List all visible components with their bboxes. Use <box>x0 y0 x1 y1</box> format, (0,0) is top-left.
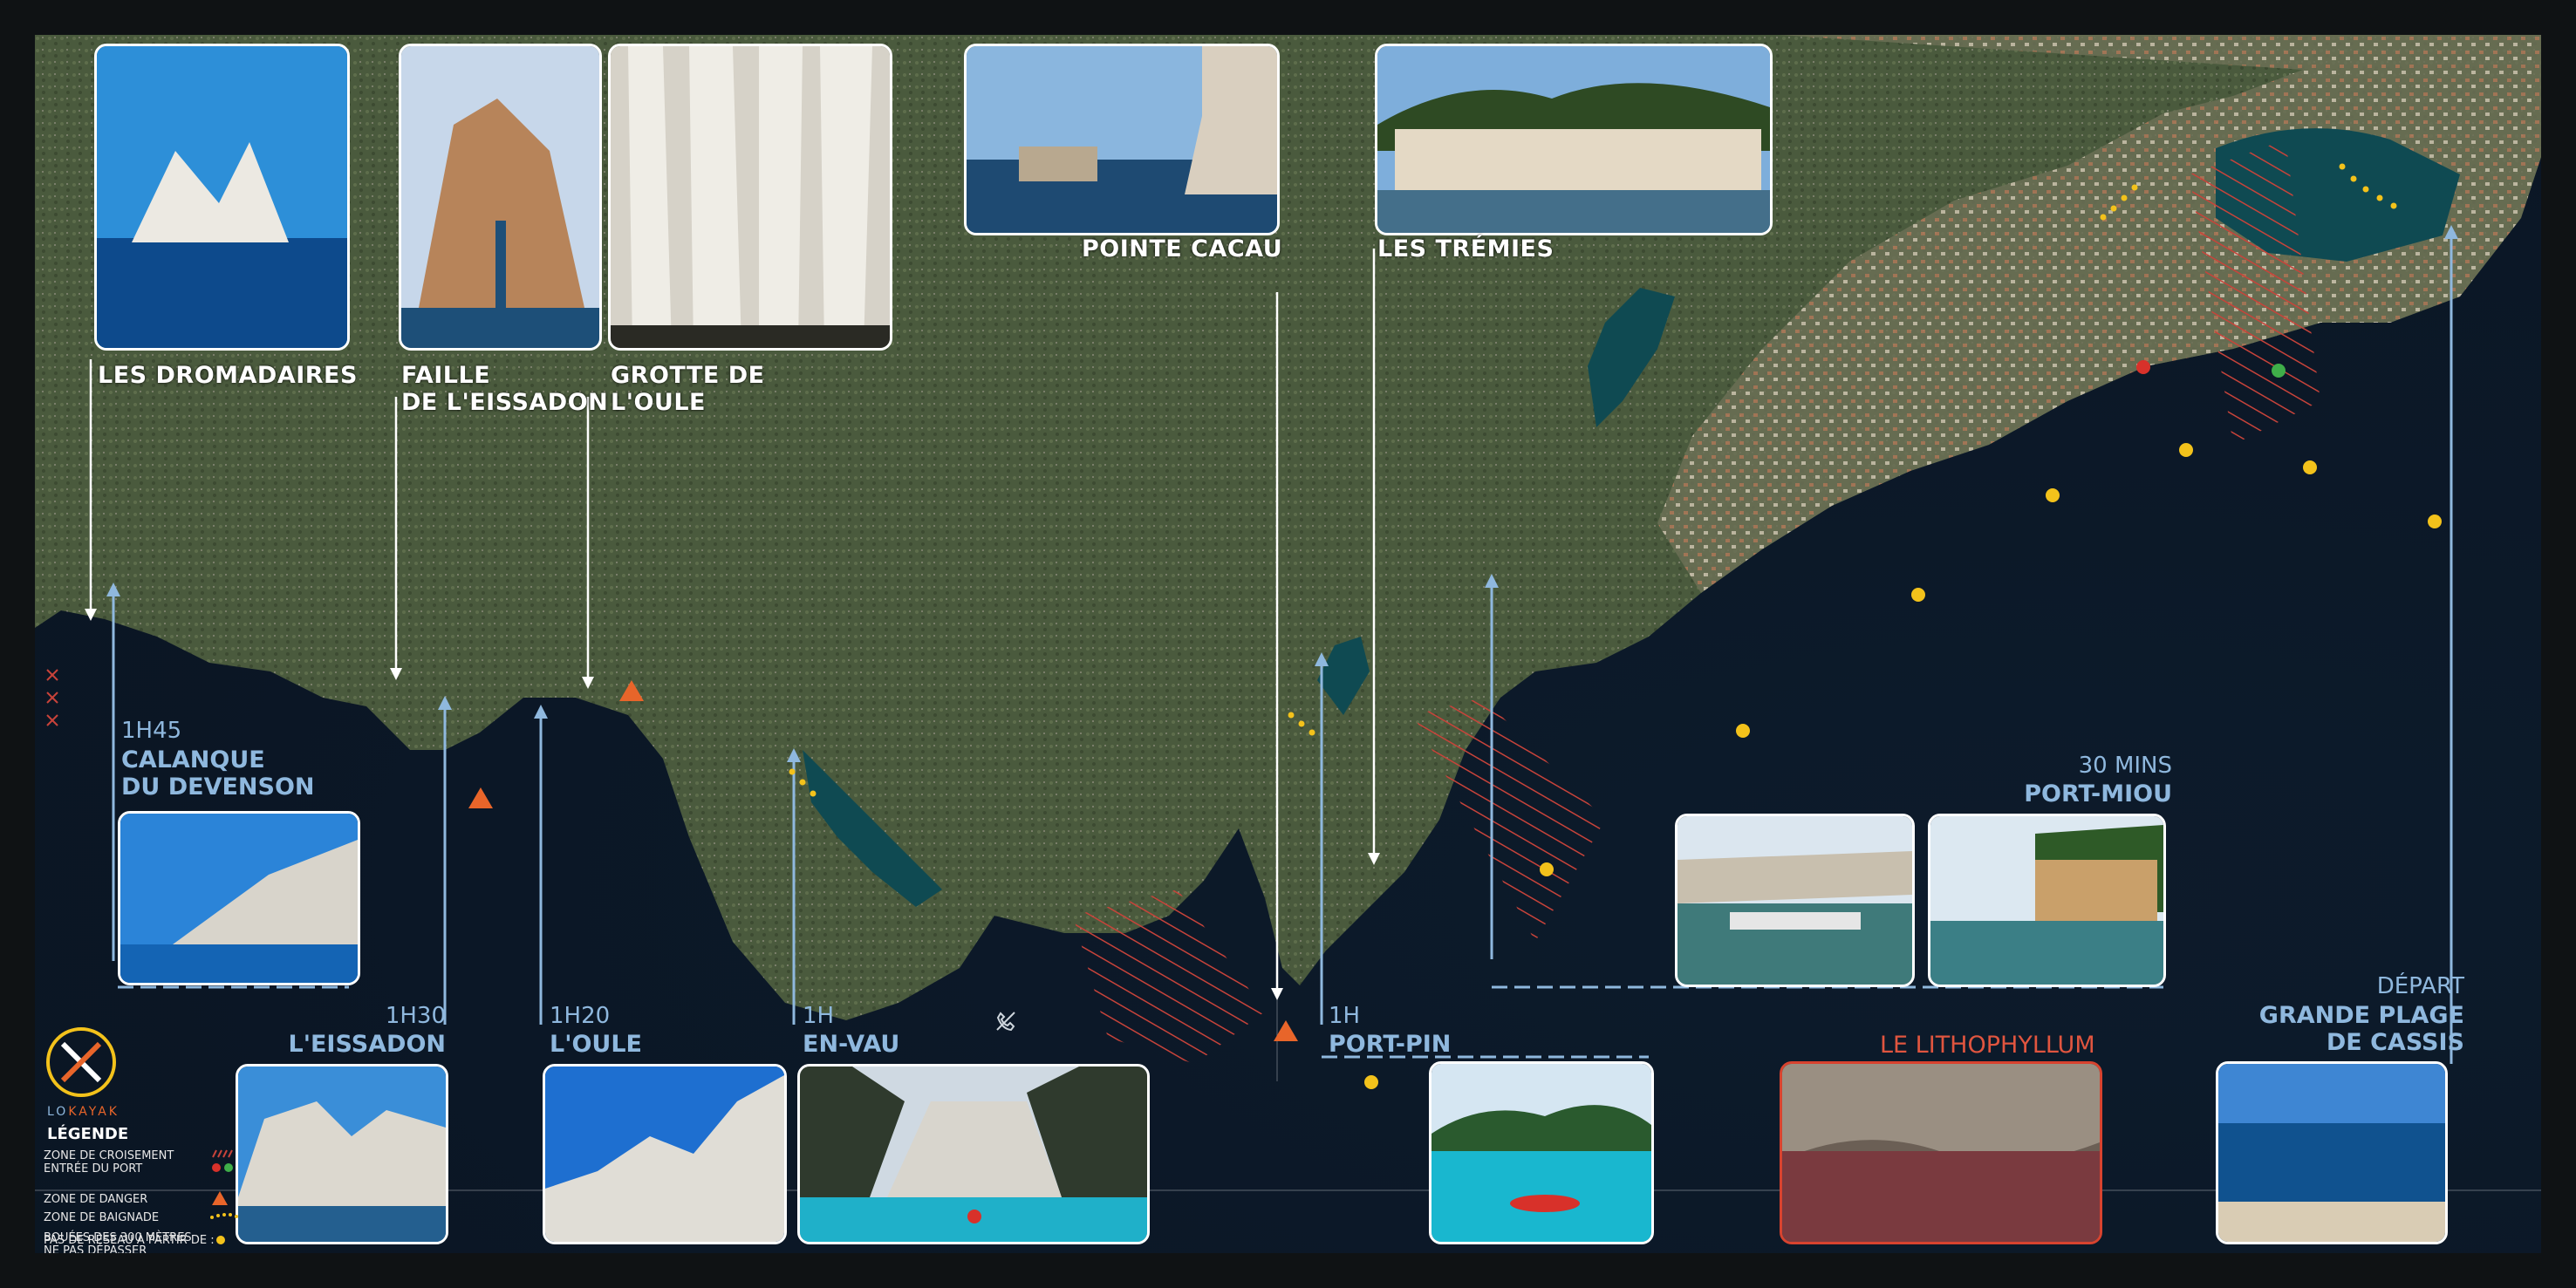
route-name-eissadon: L'EISSADON <box>288 1031 447 1058</box>
swim-zone-dots-icon <box>210 1213 238 1219</box>
route-time-portmiou: 30 MINS <box>2078 753 2172 779</box>
route-time-devenson: 1H45 <box>121 718 182 744</box>
photo-grande-plage <box>2216 1061 2448 1244</box>
photo-title-oule-grotte: GROTTE DE L'OULE <box>611 362 765 416</box>
photo-cacau <box>964 44 1280 235</box>
legend-crossing-icon <box>212 1149 233 1172</box>
entry-green-light <box>2272 364 2286 378</box>
buoy-icon <box>216 1236 225 1244</box>
legend-row-swim: ZONE DE BAIGNADE <box>44 1211 160 1224</box>
photo-title-cacau: POINTE CACAU <box>1082 235 1283 262</box>
lithophyllum-title: LE LITHOPHYLLUM <box>1880 1032 2095 1059</box>
route-time-portpin: 1H <box>1329 1003 1361 1029</box>
legend-row-danger: ZONE DE DANGER <box>44 1193 148 1206</box>
legend: LOKAYAK LÉGENDE ZONE DE CROISEMENT ENTRÉ… <box>44 1025 270 1253</box>
danger-triangle <box>619 680 644 701</box>
photo-devenson <box>118 811 360 985</box>
route-name-devenson: CALANQUE DU DEVENSON <box>121 746 315 801</box>
legend-row-network: PAS DE RÉSEAU À PARTIR DE : <box>44 1234 215 1247</box>
route-time-eissadon: 1H30 <box>385 1003 446 1029</box>
photo-portmiou-harbour <box>1675 814 1915 987</box>
buoy <box>1364 1075 1378 1089</box>
buoy <box>2428 515 2442 528</box>
no-network-icon <box>996 1012 1015 1032</box>
photo-oule-grotte <box>608 44 892 351</box>
logo-text-kayak: KAYAK <box>68 1105 120 1119</box>
photo-tremies <box>1375 44 1773 235</box>
route-name-envau: EN-VAU <box>803 1031 900 1058</box>
route-name-portpin: PORT-PIN <box>1329 1031 1452 1058</box>
buoy <box>2303 460 2317 474</box>
buoy <box>1911 588 1925 602</box>
legend-title: LÉGENDE <box>47 1125 129 1143</box>
danger-triangle <box>1274 1020 1298 1041</box>
entry-red-light <box>2136 360 2150 374</box>
photo-title-dromadaires: LES DROMADAIRES <box>98 362 358 389</box>
route-name-portmiou: PORT-MIOU <box>2024 780 2172 808</box>
buoy <box>2046 488 2060 502</box>
photo-envau <box>797 1064 1150 1244</box>
danger-triangle-icon <box>212 1191 228 1205</box>
buoy <box>2179 443 2193 457</box>
map-canvas: LES DROMADAIRES FAILLE DE L'EISSADON GRO… <box>35 35 2541 1253</box>
logo-text-lo: LO <box>47 1105 69 1119</box>
photo-title-eissadon-faille: FAILLE DE L'EISSADON <box>401 362 609 416</box>
route-time-envau: 1H <box>803 1003 835 1029</box>
route-time-oule: 1H20 <box>550 1003 611 1029</box>
buoy <box>1540 862 1554 876</box>
photo-portmiou-fort <box>1928 814 2166 987</box>
photo-oule <box>543 1064 787 1244</box>
photo-dromadaires <box>94 44 350 351</box>
route-name-depart: GRANDE PLAGE DE CASSIS <box>2258 1002 2464 1056</box>
route-name-oule: L'OULE <box>550 1031 642 1058</box>
danger-triangle <box>468 787 493 808</box>
photo-lithophyllum <box>1780 1061 2102 1244</box>
route-time-depart: DÉPART <box>2376 973 2464 999</box>
photo-eissadon-faille <box>399 44 602 351</box>
legend-row-crossing: ZONE DE CROISEMENT ENTRÉE DU PORT <box>44 1149 174 1176</box>
photo-portpin <box>1429 1061 1654 1244</box>
lokayak-logo-icon <box>46 1027 116 1097</box>
photo-title-tremies: LES TRÉMIES <box>1377 235 1554 262</box>
buoy <box>1736 724 1750 738</box>
